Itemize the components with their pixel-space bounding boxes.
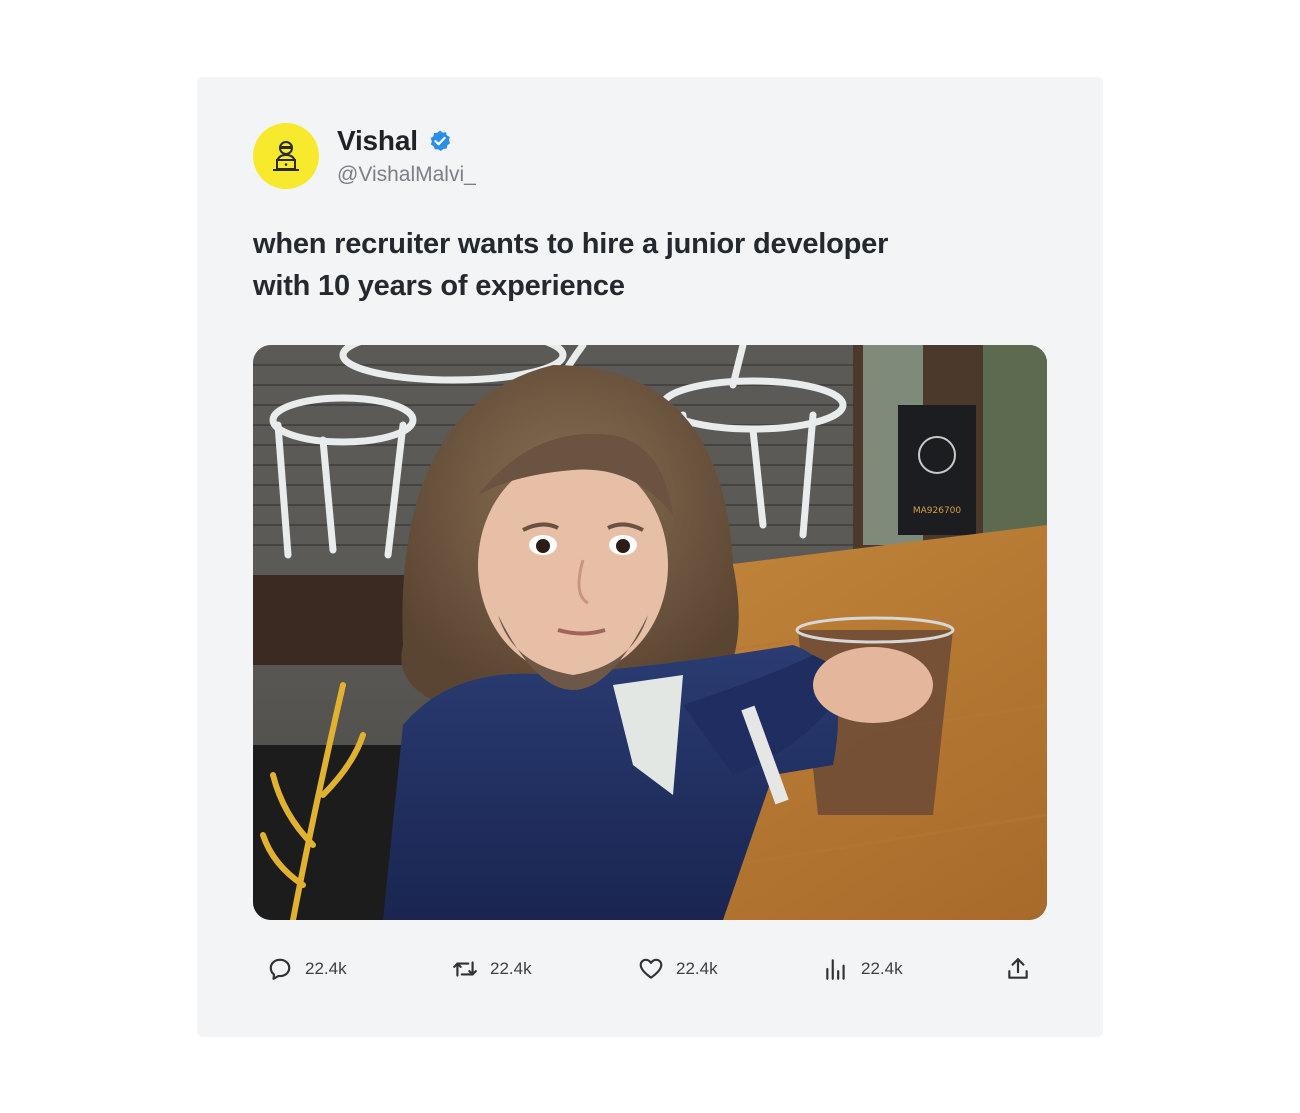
reply-count: 22.4k bbox=[305, 959, 347, 978]
tweet-actions: 22.4k 22.4k 22.4k 22.4k bbox=[253, 945, 1047, 993]
author-name[interactable]: Vishal bbox=[337, 125, 418, 157]
reply-button[interactable]: 22.4k bbox=[267, 945, 347, 993]
avatar[interactable] bbox=[253, 123, 319, 189]
author-name-row: Vishal bbox=[337, 125, 452, 157]
retweet-icon bbox=[453, 961, 477, 977]
tweet-text-line: with 10 years of experience bbox=[253, 270, 625, 302]
retweet-count: 22.4k bbox=[490, 959, 532, 978]
svg-text:MA926700: MA926700 bbox=[913, 506, 962, 516]
tweet-text-line: when recruiter wants to hire a junior de… bbox=[253, 228, 889, 260]
tweet-text: when recruiter wants to hire a junior de… bbox=[253, 223, 933, 307]
views-button[interactable]: 22.4k bbox=[823, 945, 903, 993]
like-button[interactable]: 22.4k bbox=[638, 945, 718, 993]
heart-icon bbox=[639, 958, 663, 979]
views-count: 22.4k bbox=[861, 959, 903, 978]
retweet-button[interactable]: 22.4k bbox=[452, 945, 532, 993]
like-count: 22.4k bbox=[676, 959, 718, 978]
author-handle[interactable]: @VishalMalvi_ bbox=[337, 163, 476, 187]
views-chart-icon bbox=[826, 959, 845, 980]
share-upload-icon bbox=[1008, 958, 1028, 979]
comment-icon bbox=[269, 958, 291, 980]
photo-bearded-person-at-cafe-table: MA926700 bbox=[253, 345, 1047, 920]
tweet-image[interactable]: MA926700 bbox=[253, 345, 1047, 920]
developer-at-laptop-icon bbox=[273, 141, 299, 171]
share-button[interactable] bbox=[1005, 945, 1031, 993]
verified-badge-icon bbox=[430, 130, 450, 151]
tweet-card: Vishal @VishalMalvi_ when recruiter want… bbox=[197, 77, 1103, 1037]
